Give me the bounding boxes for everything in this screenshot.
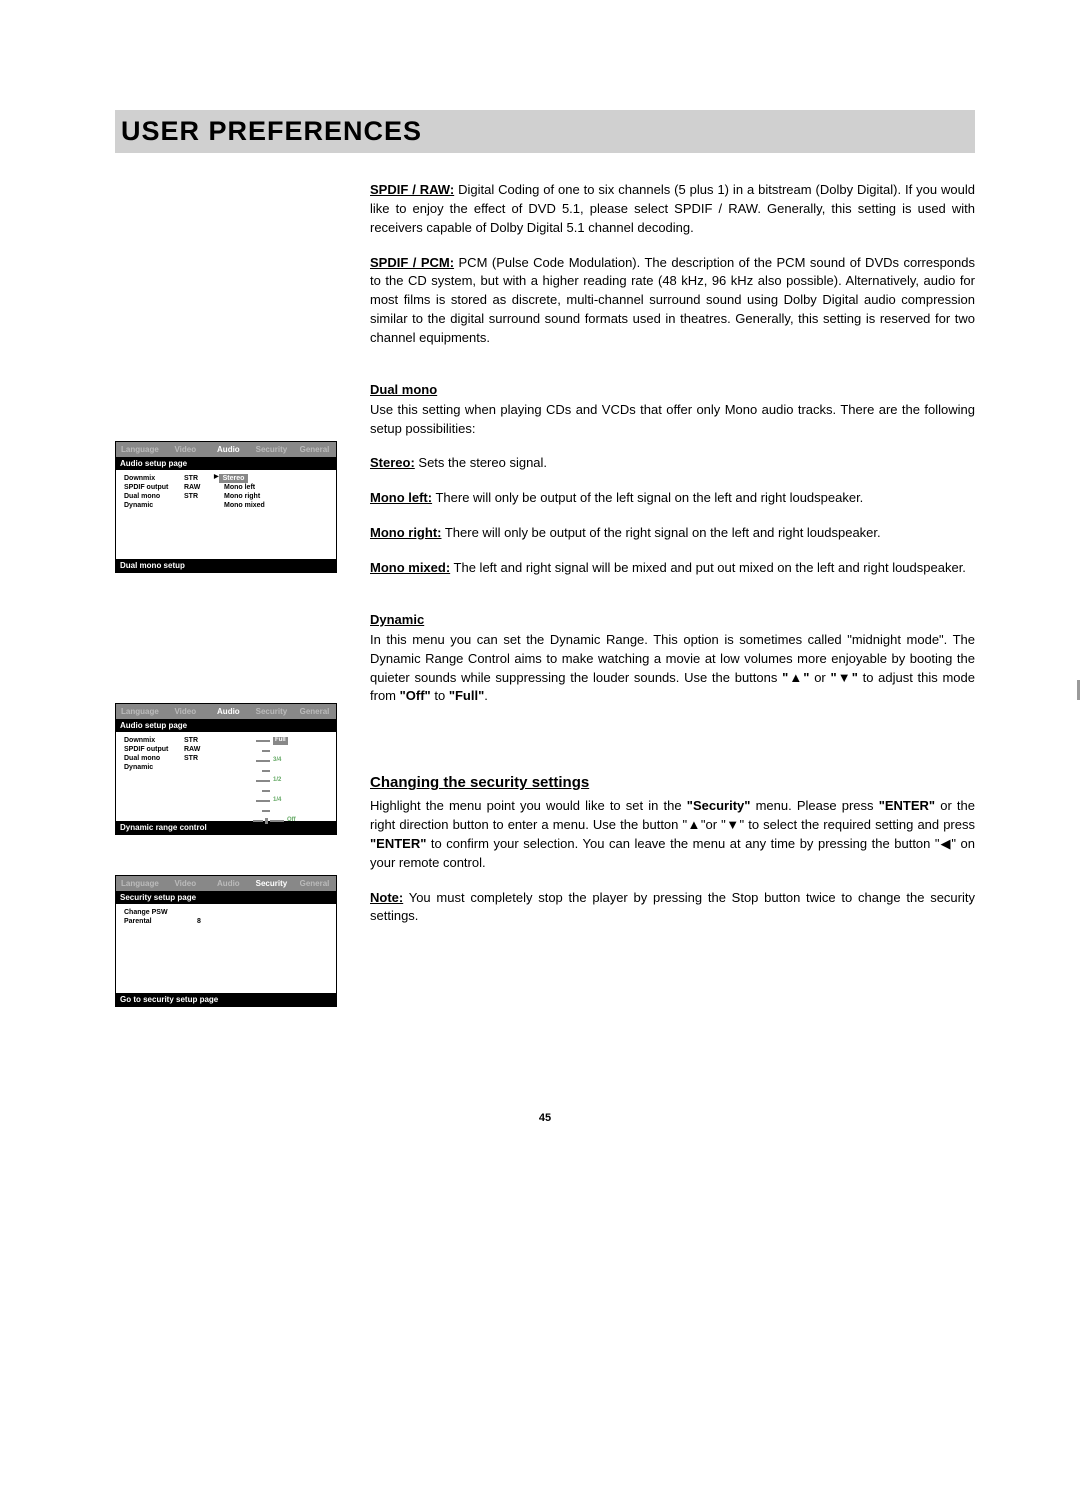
menu-subhead: Audio setup page bbox=[116, 457, 336, 470]
tab-audio: Audio bbox=[207, 704, 250, 719]
menu-body: DownmixSTR SPDIF outputRAW Dual monoSTR … bbox=[116, 732, 336, 821]
row-parental: Parental bbox=[124, 917, 184, 926]
menu-dual-mono: Language Video Audio Security General Au… bbox=[115, 441, 337, 573]
menu-body: Change PSW Parental8 bbox=[116, 904, 336, 993]
row-spdif: SPDIF output bbox=[124, 745, 184, 754]
para-mono-mixed: Mono mixed: The left and right signal wi… bbox=[370, 559, 975, 578]
tab-general: General bbox=[293, 704, 336, 719]
menu-tabs: Language Video Audio Security General bbox=[116, 442, 336, 457]
para-spdif-pcm: SPDIF / PCM: PCM (Pulse Code Modulation)… bbox=[370, 254, 975, 348]
tab-audio: Audio bbox=[207, 876, 250, 891]
page-title: USER PREFERENCES bbox=[121, 116, 969, 147]
tab-video: Video bbox=[164, 704, 207, 719]
para-dual-mono-intro: Use this setting when playing CDs and VC… bbox=[370, 401, 975, 439]
tab-general: General bbox=[293, 876, 336, 891]
opt-mono-mixed: Mono mixed bbox=[224, 501, 265, 510]
menu-footer: Dynamic range control bbox=[116, 821, 336, 834]
row-downmix: Downmix bbox=[124, 736, 184, 745]
para-spdif-raw: SPDIF / RAW: Digital Coding of one to si… bbox=[370, 181, 975, 238]
tab-language: Language bbox=[116, 442, 164, 457]
tab-language: Language bbox=[116, 704, 164, 719]
menu-body: DownmixSTR▶Stereo SPDIF outputRAWMono le… bbox=[116, 470, 336, 559]
row-dynamic: Dynamic bbox=[124, 763, 184, 772]
tab-video: Video bbox=[164, 442, 207, 457]
title-bar: USER PREFERENCES bbox=[115, 110, 975, 153]
heading-security: Changing the security settings bbox=[370, 774, 975, 791]
page-number: 45 bbox=[115, 1112, 975, 1124]
para-mono-left: Mono left: There will only be output of … bbox=[370, 489, 975, 508]
dynamic-scale: Full 3/4 1/2 1/4 Off bbox=[236, 736, 296, 826]
tab-security: Security bbox=[250, 876, 293, 891]
opt-stereo: Stereo bbox=[219, 474, 249, 483]
left-column: Language Video Audio Security General Au… bbox=[115, 181, 355, 1032]
row-downmix: Downmix bbox=[124, 474, 184, 483]
menu-tabs: Language Video Audio Security General bbox=[116, 876, 336, 891]
menu-subhead: Security setup page bbox=[116, 891, 336, 904]
tab-security: Security bbox=[250, 704, 293, 719]
tab-audio: Audio bbox=[207, 442, 250, 457]
content: Language Video Audio Security General Au… bbox=[115, 181, 975, 1032]
tab-general: General bbox=[293, 442, 336, 457]
menu-footer: Go to security setup page bbox=[116, 993, 336, 1006]
heading-dual-mono: Dual mono bbox=[370, 382, 975, 397]
opt-mono-right: Mono right bbox=[224, 492, 260, 501]
menu-footer: Dual mono setup bbox=[116, 559, 336, 572]
row-dual-mono: Dual mono bbox=[124, 492, 184, 501]
row-dynamic: Dynamic bbox=[124, 501, 184, 510]
menu-tabs: Language Video Audio Security General bbox=[116, 704, 336, 719]
menu-subhead: Audio setup page bbox=[116, 719, 336, 732]
menu-dynamic: Language Video Audio Security General Au… bbox=[115, 703, 337, 835]
opt-mono-left: Mono left bbox=[224, 483, 255, 492]
row-change-psw: Change PSW bbox=[124, 908, 184, 917]
tab-video: Video bbox=[164, 876, 207, 891]
para-stereo: Stereo: Sets the stereo signal. bbox=[370, 454, 975, 473]
row-spdif: SPDIF output bbox=[124, 483, 184, 492]
heading-dynamic: Dynamic bbox=[370, 612, 975, 627]
page: USER PREFERENCES ENG Language Video Audi… bbox=[0, 0, 1080, 1184]
para-mono-right: Mono right: There will only be output of… bbox=[370, 524, 975, 543]
menu-security: Language Video Audio Security General Se… bbox=[115, 875, 337, 1007]
para-note: Note: You must completely stop the playe… bbox=[370, 889, 975, 927]
right-column: SPDIF / RAW: Digital Coding of one to si… bbox=[355, 181, 975, 1032]
para-dynamic: In this menu you can set the Dynamic Ran… bbox=[370, 631, 975, 706]
tab-security: Security bbox=[250, 442, 293, 457]
para-security: Highlight the menu point you would like … bbox=[370, 797, 975, 872]
tab-language: Language bbox=[116, 876, 164, 891]
row-dual-mono: Dual mono bbox=[124, 754, 184, 763]
